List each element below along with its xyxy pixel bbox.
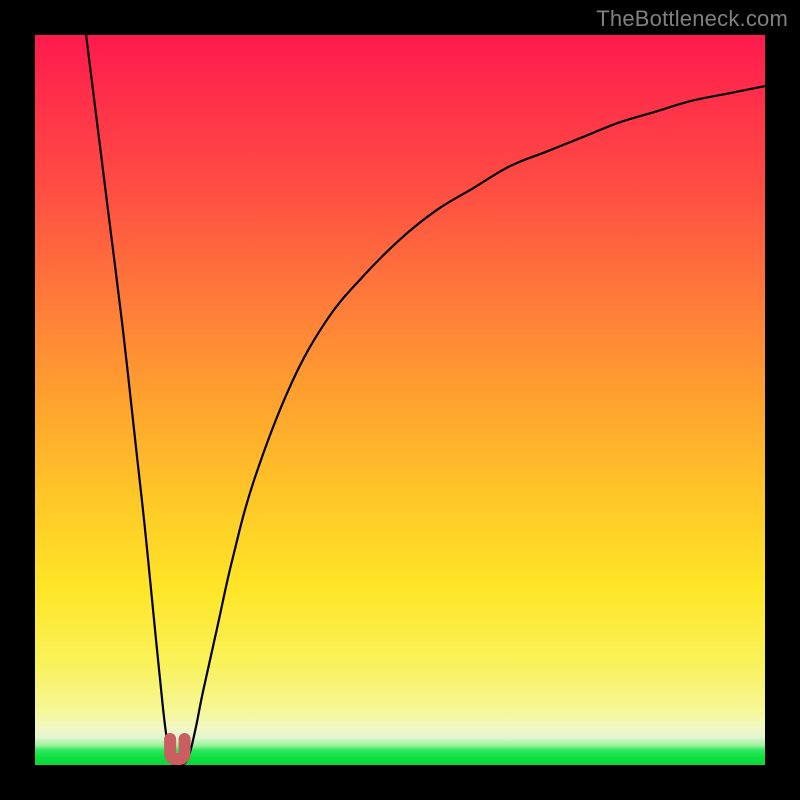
plot-area: [35, 35, 765, 765]
chart-frame: TheBottleneck.com: [0, 0, 800, 800]
bottleneck-curve: [86, 35, 765, 768]
optimal-marker: [170, 739, 185, 759]
watermark-text: TheBottleneck.com: [596, 6, 788, 32]
curve-layer: [35, 35, 765, 765]
